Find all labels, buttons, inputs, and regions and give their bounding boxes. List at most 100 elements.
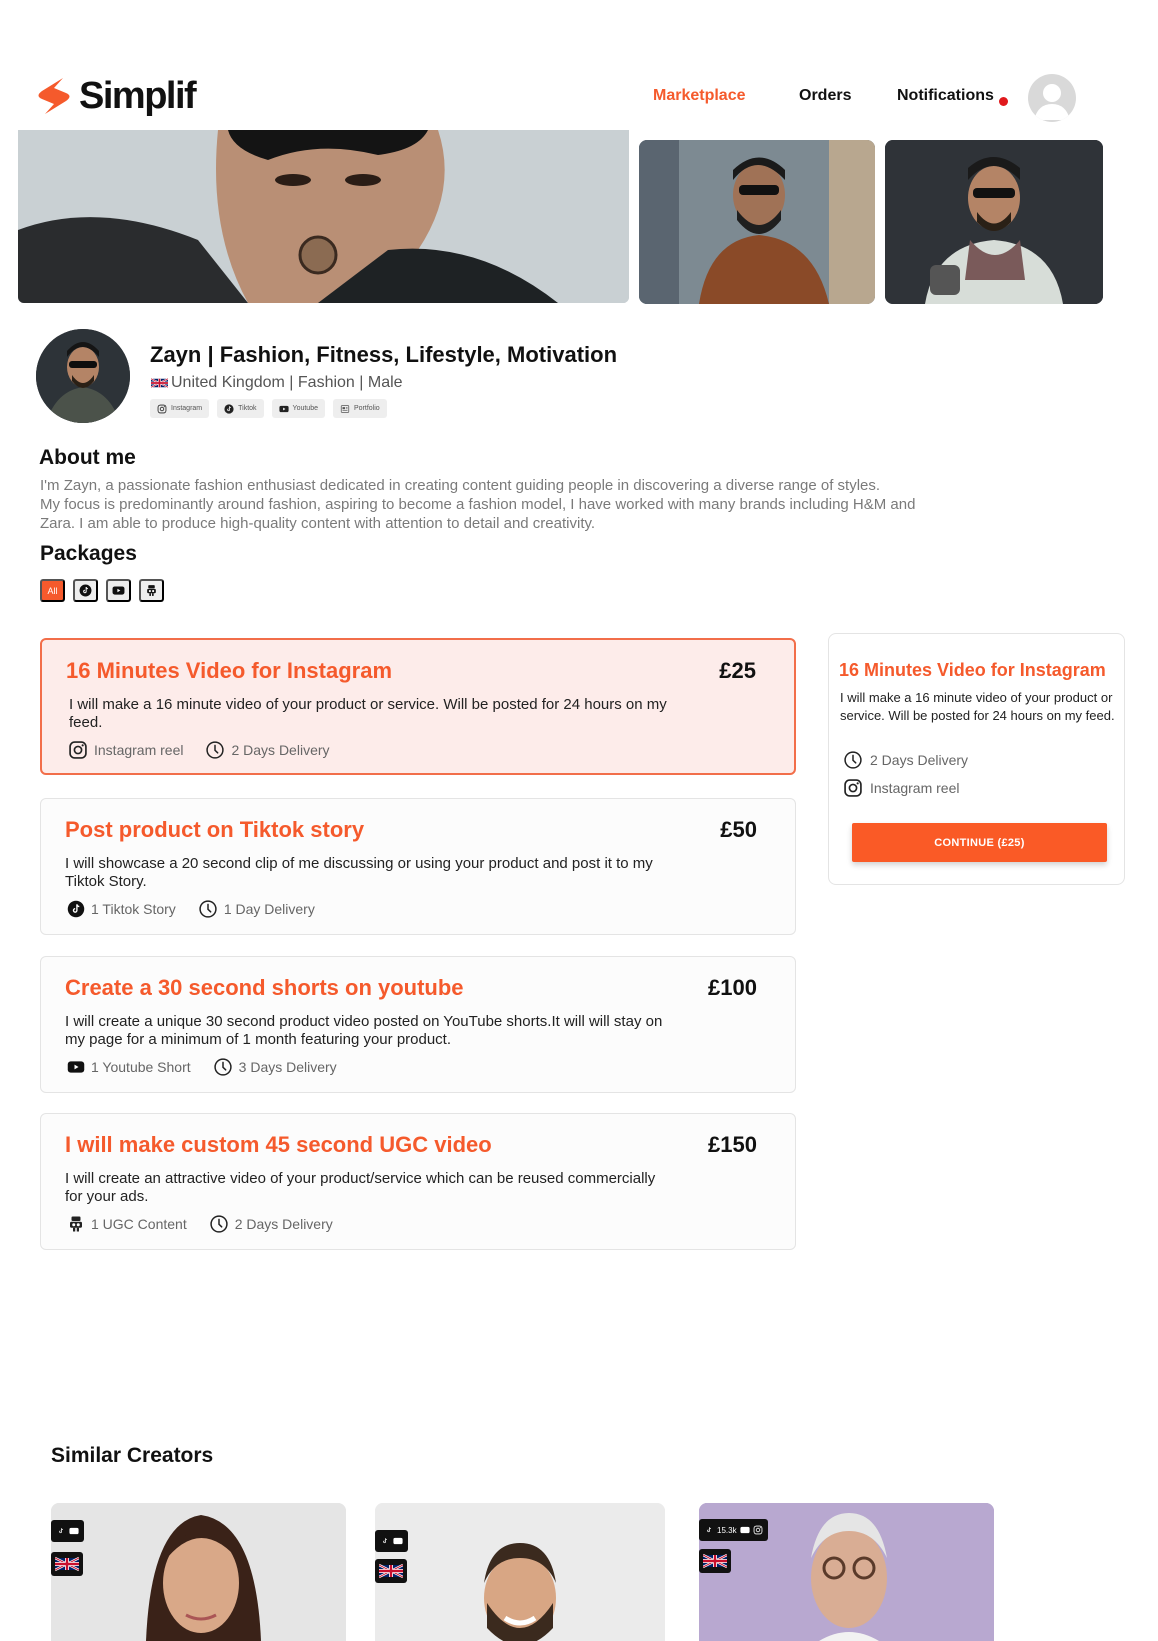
user-avatar[interactable] [1028, 74, 1076, 122]
package-meta: Instagram reel 2 Days Delivery [68, 740, 352, 760]
country-badge [699, 1549, 731, 1573]
package-price: £25 [719, 658, 756, 683]
about-title: About me [39, 446, 136, 469]
youtube-icon [393, 1536, 403, 1546]
platform-badge [375, 1530, 408, 1552]
package-title: 16 Minutes Video for Instagram [66, 658, 393, 683]
about-line: I'm Zayn, a passionate fashion enthusias… [40, 477, 881, 494]
creator-photo [51, 1503, 346, 1641]
nav-marketplace[interactable]: Marketplace [653, 87, 746, 105]
platform-badge [51, 1520, 84, 1542]
about-line: My focus is predominantly around fashion… [40, 496, 916, 513]
filter-all[interactable]: All [40, 579, 65, 602]
social-link-tiktok[interactable]: Tiktok [217, 399, 264, 418]
creator-card[interactable] [375, 1503, 665, 1641]
nav-orders[interactable]: Orders [799, 87, 851, 105]
package-card[interactable]: 16 Minutes Video for Instagram £25 I wil… [40, 638, 796, 775]
summary-title: 16 Minutes Video for Instagram [839, 660, 1106, 680]
continue-button[interactable]: CONTINUE (£25) [852, 823, 1107, 862]
social-label: Youtube [292, 405, 318, 412]
order-summary-panel: 16 Minutes Video for Instagram I will ma… [828, 633, 1125, 885]
creator-card[interactable] [51, 1503, 346, 1641]
package-description: I will make a 16 minute video of your pr… [69, 696, 667, 731]
hero-image-3 [885, 140, 1103, 304]
follower-count: 15.3k [717, 1525, 737, 1535]
country-badge [375, 1559, 407, 1583]
creator-photo [375, 1503, 665, 1641]
social-link-instagram[interactable]: Instagram [150, 399, 210, 418]
profile-avatar [36, 329, 130, 423]
instagram-icon [843, 778, 863, 798]
country-badge [51, 1552, 83, 1576]
package-deliverable: Instagram reel [68, 740, 183, 760]
summary-description: I will make a 16 minute video of your pr… [840, 690, 1115, 723]
uk-flag-icon [151, 377, 168, 389]
deliverable-label: 1 Youtube Short [91, 1059, 191, 1075]
filter-tiktok[interactable] [73, 579, 98, 602]
profile-location-line: United Kingdom | Fashion | Male [171, 374, 403, 391]
youtube-icon [67, 1058, 85, 1076]
social-links: Instagram Tiktok Youtube Portfolio [150, 399, 387, 418]
delivery-label: 2 Days Delivery [231, 742, 330, 758]
package-card[interactable]: Post product on Tiktok story £50 I will … [40, 798, 796, 935]
package-meta: 1 UGC Content 2 Days Delivery [67, 1214, 355, 1234]
logo-mark-icon [38, 78, 70, 114]
tiktok-icon [67, 900, 85, 918]
package-description: I will showcase a 20 second clip of me d… [65, 855, 653, 890]
social-link-youtube[interactable]: Youtube [271, 399, 325, 418]
delivery-label: 2 Days Delivery [234, 1216, 333, 1232]
package-price: £100 [708, 975, 757, 1000]
social-label: Portfolio [353, 405, 380, 412]
ugc-icon [145, 584, 158, 597]
nav-notifications[interactable]: Notifications [897, 87, 994, 105]
instagram-icon [68, 740, 88, 760]
package-card[interactable]: I will make custom 45 second UGC video £… [40, 1113, 796, 1250]
hero-image-main [18, 130, 629, 303]
delivery-label: 1 Day Delivery [223, 901, 315, 917]
youtube-icon [112, 584, 125, 597]
package-delivery: 1 Day Delivery [198, 899, 315, 919]
youtube-icon [279, 404, 289, 414]
package-price: £150 [708, 1132, 757, 1157]
profile-meta: United Kingdom | Fashion | Male [151, 374, 403, 392]
clock-icon [209, 1214, 229, 1234]
clock-icon [843, 750, 863, 770]
package-delivery: 2 Days Delivery [205, 740, 330, 760]
summary-deliverable-label: Instagram reel [870, 780, 960, 796]
hero-image-2 [639, 140, 875, 304]
tiktok-icon [380, 1536, 390, 1546]
package-meta: 1 Youtube Short 3 Days Delivery [67, 1057, 359, 1077]
about-text: I'm Zayn, a passionate fashion enthusias… [40, 476, 1050, 533]
deliverable-label: Instagram reel [94, 742, 184, 758]
brand-logo[interactable]: Simplif [32, 74, 197, 118]
instagram-icon [753, 1525, 763, 1535]
package-delivery: 2 Days Delivery [209, 1214, 333, 1234]
youtube-icon [69, 1526, 79, 1536]
package-title: I will make custom 45 second UGC video [65, 1132, 492, 1157]
user-silhouette-icon [1034, 84, 1070, 120]
tiktok-icon [704, 1525, 714, 1535]
package-meta: 1 Tiktok Story 1 Day Delivery [67, 899, 337, 919]
platform-badge: 15.3k [699, 1519, 768, 1541]
tiktok-icon [79, 584, 92, 597]
package-filters: All [40, 579, 164, 602]
filter-ugc[interactable] [139, 579, 164, 602]
package-description: I will create a unique 30 second product… [65, 1013, 663, 1048]
about-line: Zara. I am able to produce high-quality … [40, 515, 596, 532]
packages-title: Packages [40, 542, 137, 565]
uk-flag-icon [703, 1553, 727, 1569]
filter-youtube[interactable] [106, 579, 131, 602]
package-price: £50 [720, 817, 757, 842]
similar-creators-title: Similar Creators [51, 1444, 214, 1467]
social-link-portfolio[interactable]: Portfolio [332, 399, 387, 418]
creator-card[interactable]: 15.3k [699, 1503, 994, 1641]
delivery-label: 3 Days Delivery [238, 1059, 337, 1075]
youtube-icon [740, 1525, 750, 1535]
clock-icon [205, 740, 225, 760]
package-card[interactable]: Create a 30 second shorts on youtube £10… [40, 956, 796, 1093]
notification-dot [999, 97, 1008, 106]
social-label: Tiktok [238, 405, 257, 412]
package-description: I will create an attractive video of you… [65, 1170, 656, 1205]
uk-flag-icon [379, 1563, 403, 1579]
package-title: Post product on Tiktok story [65, 817, 365, 842]
